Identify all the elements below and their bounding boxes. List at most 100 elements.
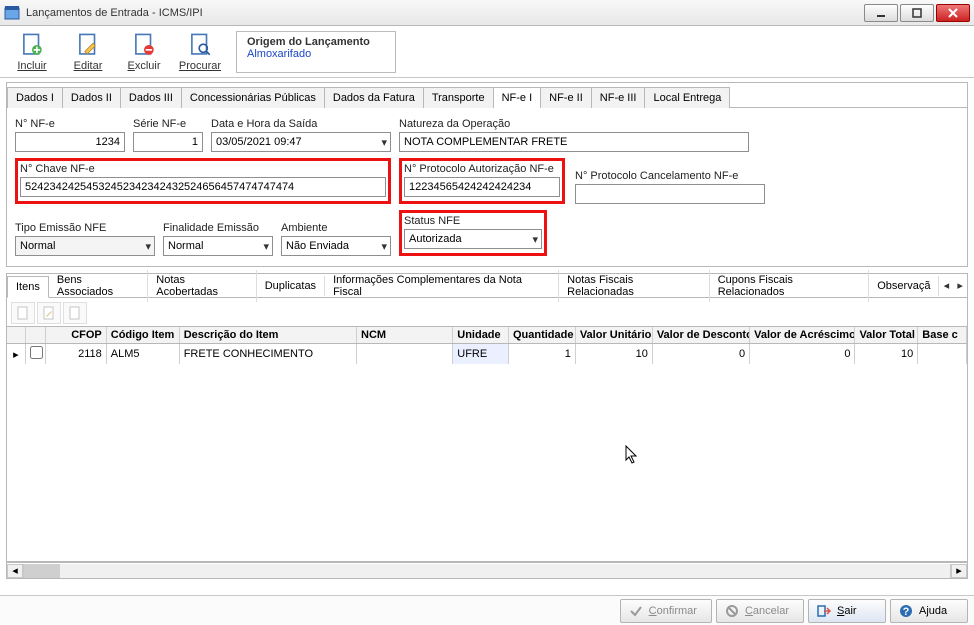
col-valor-unit-rio[interactable]: Valor Unitário: [575, 327, 652, 344]
tab-nf-e-i[interactable]: NF-e I: [493, 87, 542, 108]
col-quantidade[interactable]: Quantidade: [508, 327, 575, 344]
items-grid[interactable]: CFOPCódigo ItemDescrição do ItemNCMUnida…: [7, 326, 967, 562]
scroll-left-icon[interactable]: ◂: [7, 564, 23, 578]
close-button[interactable]: [936, 4, 970, 22]
field-tipo-emissao: Tipo Emissão NFE: [15, 222, 155, 256]
subtab-bens-associados[interactable]: Bens Associados: [49, 270, 148, 302]
ambiente-label: Ambiente: [281, 222, 391, 234]
ajuda-label: Ajuda: [919, 605, 947, 617]
n-nfe-input[interactable]: [15, 132, 125, 152]
subtab-scroll-right-icon[interactable]: ▸: [953, 279, 967, 292]
tab-dados-iii[interactable]: Dados III: [120, 87, 182, 108]
origin-label: Origem do Lançamento: [247, 36, 385, 48]
subtab-duplicatas[interactable]: Duplicatas: [257, 276, 325, 296]
tab-nf-e-iii[interactable]: NF-e III: [591, 87, 646, 108]
subtab-notas-acobertadas[interactable]: Notas Acobertadas: [148, 270, 256, 302]
sair-label: air: [844, 605, 856, 617]
tab-dados-i[interactable]: Dados I: [7, 87, 63, 108]
tab-transporte[interactable]: Transporte: [423, 87, 494, 108]
serie-input[interactable]: [133, 132, 203, 152]
cell-unidade[interactable]: UFRE: [453, 344, 509, 365]
tipo-emissao-label: Tipo Emissão NFE: [15, 222, 155, 234]
subtab-scroll-left-icon[interactable]: ◂: [939, 279, 953, 292]
subtab-itens[interactable]: Itens: [7, 276, 49, 298]
col-cfop[interactable]: CFOP: [45, 327, 106, 344]
cell-valor-unitario[interactable]: 10: [575, 344, 652, 365]
chave-input[interactable]: [20, 177, 386, 197]
col-c0[interactable]: [7, 327, 25, 344]
scroll-thumb[interactable]: [24, 564, 60, 578]
col-unidade[interactable]: Unidade: [453, 327, 509, 344]
data-saida-input[interactable]: [211, 132, 391, 152]
tab-dados-da-fatura[interactable]: Dados da Fatura: [324, 87, 424, 108]
subtab-cupons-fiscais-relacionados[interactable]: Cupons Fiscais Relacionados: [710, 270, 870, 302]
sair-button[interactable]: Sair: [808, 599, 886, 623]
subtab-observa-[interactable]: Observaçã: [869, 276, 939, 296]
tab-dados-ii[interactable]: Dados II: [62, 87, 121, 108]
row-checkbox[interactable]: [25, 344, 45, 365]
cell-ncm[interactable]: [357, 344, 453, 365]
field-finalidade: Finalidade Emissão: [163, 222, 273, 256]
cell-base-c[interactable]: [918, 344, 967, 365]
minimize-button[interactable]: [864, 4, 898, 22]
cell-valor-total[interactable]: 10: [855, 344, 918, 365]
proto-canc-label: N° Protocolo Cancelamento NF-e: [575, 170, 765, 182]
subtab-notas-fiscais-relacionadas[interactable]: Notas Fiscais Relacionadas: [559, 270, 710, 302]
cell-descricao[interactable]: FRETE CONHECIMENTO: [179, 344, 356, 365]
table-row[interactable]: ▸ 2118 ALM5 FRETE CONHECIMENTO UFRE 1 10…: [7, 344, 967, 365]
tab-concession-rias-p-blicas[interactable]: Concessionárias Públicas: [181, 87, 325, 108]
cell-valor-desconto[interactable]: 0: [652, 344, 749, 365]
natureza-input[interactable]: [399, 132, 749, 152]
editar-button[interactable]: Editar: [62, 28, 114, 76]
col-valor-total[interactable]: Valor Total: [855, 327, 918, 344]
scroll-right-icon[interactable]: ▸: [951, 564, 967, 578]
app-icon: [4, 5, 20, 21]
col-descri-o-do-item[interactable]: Descrição do Item: [179, 327, 356, 344]
cell-codigo[interactable]: ALM5: [106, 344, 179, 365]
finalidade-select[interactable]: [163, 236, 273, 256]
proto-aut-input[interactable]: [404, 177, 560, 197]
ajuda-button[interactable]: ? Ajuda: [890, 599, 968, 623]
scroll-track[interactable]: [23, 564, 951, 578]
grid-horizontal-scrollbar[interactable]: ◂ ▸: [7, 562, 967, 578]
col-valor-de-desconto[interactable]: Valor de Desconto: [652, 327, 749, 344]
excluir-button[interactable]: Excluir: [118, 28, 170, 76]
grid-mini-toolbar: [7, 298, 967, 326]
editar-label: Editar: [74, 60, 103, 72]
status-label: Status NFE: [404, 215, 542, 227]
grid-delete-button[interactable]: [63, 302, 87, 324]
cell-cfop[interactable]: 2118: [45, 344, 106, 365]
origin-box: Origem do Lançamento Almoxarifado: [236, 31, 396, 73]
help-icon: ?: [899, 604, 913, 618]
col-c-digo-item[interactable]: Código Item: [106, 327, 179, 344]
field-data-saida: Data e Hora da Saída: [211, 118, 391, 152]
cell-valor-acrescimo[interactable]: 0: [750, 344, 855, 365]
col-ncm[interactable]: NCM: [357, 327, 453, 344]
cancelar-label: ancelar: [753, 605, 789, 617]
natureza-label: Natureza da Operação: [399, 118, 749, 130]
col-base-c[interactable]: Base c: [918, 327, 967, 344]
sub-tabs: ItensBens AssociadosNotas AcobertadasDup…: [7, 274, 967, 298]
exit-icon: [817, 604, 831, 618]
field-proto-canc: N° Protocolo Cancelamento NF-e: [575, 170, 765, 204]
cancelar-button[interactable]: Cancelar: [716, 599, 804, 623]
col-c1[interactable]: [25, 327, 45, 344]
proto-aut-label: N° Protocolo Autorização NF-e: [404, 163, 560, 175]
maximize-button[interactable]: [900, 4, 934, 22]
cell-quantidade[interactable]: 1: [508, 344, 575, 365]
tab-nf-e-ii[interactable]: NF-e II: [540, 87, 592, 108]
procurar-button[interactable]: Procurar: [174, 28, 226, 76]
col-valor-de-acr-scimo[interactable]: Valor de Acréscimo: [750, 327, 855, 344]
subtab-informa-es-complementares-da-nota-fiscal[interactable]: Informações Complementares da Nota Fisca…: [325, 270, 559, 302]
ambiente-select[interactable]: [281, 236, 391, 256]
confirmar-button[interactable]: Confirmar: [620, 599, 712, 623]
field-serie: Série NF-e: [133, 118, 203, 152]
tab-local-entrega[interactable]: Local Entrega: [644, 87, 730, 108]
incluir-button[interactable]: Incluir: [6, 28, 58, 76]
grid-add-button[interactable]: [11, 302, 35, 324]
highlight-proto-aut: N° Protocolo Autorização NF-e: [399, 158, 565, 204]
status-select[interactable]: [404, 229, 542, 249]
grid-edit-button[interactable]: [37, 302, 61, 324]
tipo-emissao-select[interactable]: [15, 236, 155, 256]
proto-canc-input[interactable]: [575, 184, 765, 204]
